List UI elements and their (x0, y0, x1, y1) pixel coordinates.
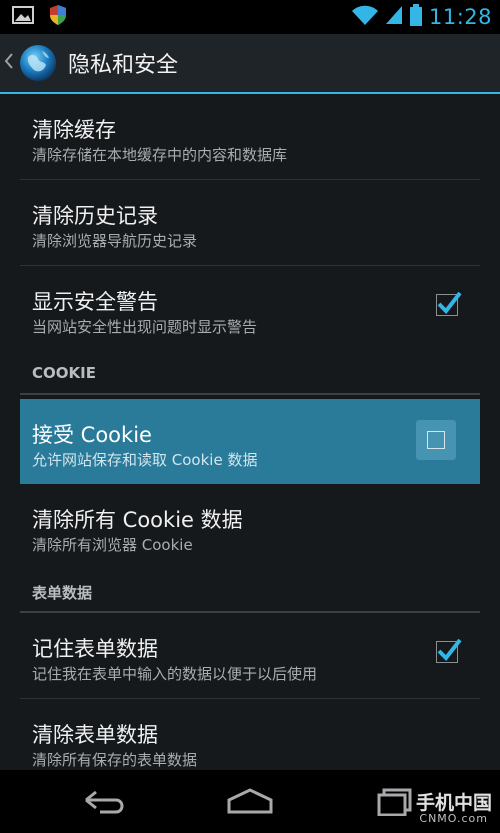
remember-form-checkbox[interactable] (436, 638, 462, 663)
accept-cookies-item[interactable]: 接受 Cookie 允许网站保存和读取 Cookie 数据 (20, 399, 480, 484)
item-title: 显示安全警告 (32, 290, 158, 314)
security-warnings-checkbox[interactable] (436, 291, 462, 316)
page-title: 隐私和安全 (68, 53, 179, 78)
back-arrow-icon (85, 790, 124, 814)
item-summary: 记住我在表单中输入的数据以便于以后使用 (32, 665, 318, 683)
back-button[interactable] (80, 786, 128, 820)
item-title: 清除表单数据 (32, 723, 158, 747)
watermark-main: 手机中国 (415, 792, 492, 814)
shield-notification-icon (48, 4, 68, 30)
action-bar: 隐私和安全 (0, 34, 500, 94)
item-title: 清除所有 Cookie 数据 (32, 508, 243, 532)
item-summary: 清除所有保存的表单数据 (32, 751, 198, 769)
item-summary: 清除存储在本地缓存中的内容和数据库 (32, 146, 288, 164)
up-navigation-button[interactable] (0, 43, 58, 83)
battery-icon (409, 4, 423, 30)
wifi-icon (351, 4, 379, 30)
watermark: 手机中国 CNMO.com (372, 788, 492, 830)
chevron-left-icon (4, 52, 16, 75)
item-summary: 清除浏览器导航历史记录 (32, 232, 198, 250)
item-title: 清除缓存 (32, 118, 116, 142)
item-summary: 清除所有浏览器 Cookie (32, 536, 193, 554)
section-header-form-data: 表单数据 (20, 569, 480, 613)
section-label: 表单数据 (32, 584, 93, 602)
section-label: COOKIE (32, 364, 96, 382)
remember-form-item[interactable]: 记住表单数据 记住我在表单中输入的数据以便于以后使用 (20, 613, 480, 699)
item-summary: 允许网站保存和读取 Cookie 数据 (32, 451, 258, 469)
image-notification-icon (12, 6, 34, 28)
security-warnings-item[interactable]: 显示安全警告 当网站安全性出现问题时显示警告 (20, 266, 480, 351)
clear-cache-item[interactable]: 清除缓存 清除存储在本地缓存中的内容和数据库 (20, 94, 480, 180)
status-clock: 11:28 (428, 5, 492, 29)
checkbox-unchecked-icon (427, 431, 445, 449)
item-title: 清除历史记录 (32, 204, 158, 228)
signal-icon (385, 5, 403, 29)
clear-cookies-item[interactable]: 清除所有 Cookie 数据 清除所有浏览器 Cookie (20, 484, 480, 569)
item-title: 接受 Cookie (32, 423, 152, 447)
home-button[interactable] (226, 786, 274, 820)
status-bar: 11:28 (0, 0, 500, 34)
home-icon (227, 788, 273, 814)
item-title: 记住表单数据 (32, 637, 158, 661)
checkmark-icon (437, 291, 462, 315)
accept-cookies-checkbox[interactable] (416, 420, 456, 460)
checkmark-icon (437, 638, 462, 662)
watermark-sub: CNMO.com (419, 812, 488, 825)
browser-globe-icon (18, 43, 58, 83)
item-summary: 当网站安全性出现问题时显示警告 (32, 318, 258, 336)
section-header-cookie: COOKIE (20, 351, 480, 395)
settings-list: 清除缓存 清除存储在本地缓存中的内容和数据库 清除历史记录 清除浏览器导航历史记… (0, 94, 500, 784)
clear-history-item[interactable]: 清除历史记录 清除浏览器导航历史记录 (20, 180, 480, 266)
